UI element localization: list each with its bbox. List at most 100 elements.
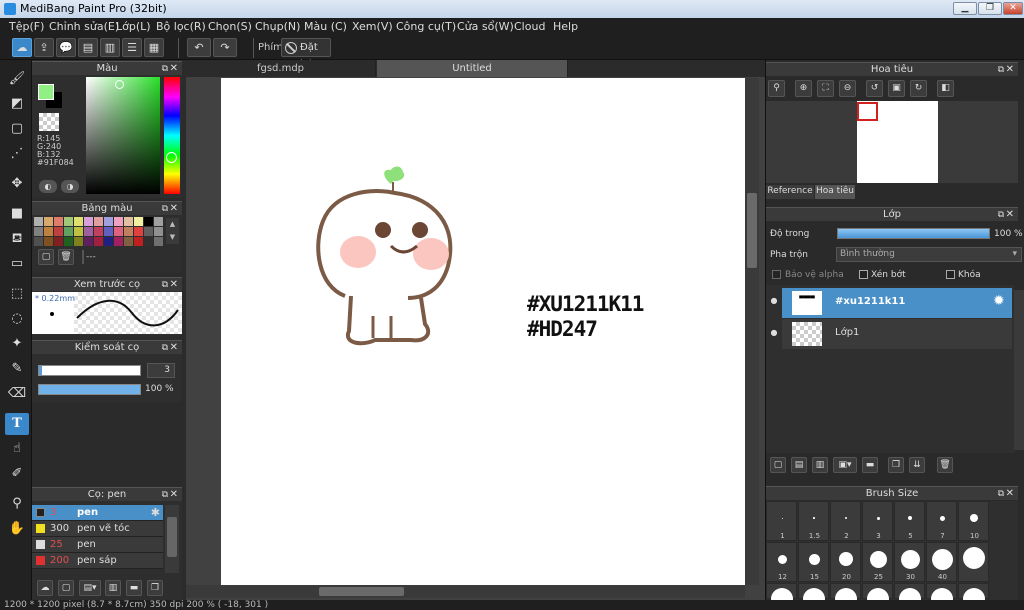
popout-icon[interactable]: ⧉ bbox=[998, 209, 1004, 222]
color-mode-icon[interactable]: ◐ bbox=[39, 180, 57, 193]
close-icon[interactable]: ✕ bbox=[170, 488, 178, 501]
share-icon[interactable]: ⇪ bbox=[34, 38, 54, 57]
palette-swatch[interactable] bbox=[94, 237, 103, 246]
rectangle-tool-icon[interactable]: ▢ bbox=[5, 118, 29, 140]
add-brush-icon[interactable]: ▤▾ bbox=[79, 580, 101, 596]
tab-fgsd[interactable]: fgsd.mdp bbox=[186, 60, 376, 77]
palette-swatch[interactable] bbox=[134, 217, 143, 226]
brush-settings-icon[interactable]: ▥ bbox=[105, 580, 121, 596]
brush-item[interactable]: 3 pen ✱ bbox=[32, 505, 163, 521]
palette-swatch[interactable] bbox=[94, 217, 103, 226]
popout-icon[interactable]: ⧉ bbox=[998, 488, 1004, 501]
new-brush-icon[interactable]: ▢ bbox=[58, 580, 74, 596]
brush-size-cell[interactable]: 1 bbox=[766, 501, 797, 541]
flip-icon[interactable]: ◧ bbox=[937, 80, 954, 97]
palette-swatch[interactable] bbox=[84, 227, 93, 236]
saturation-value-picker[interactable] bbox=[86, 77, 160, 194]
cloud-icon[interactable]: ☁ bbox=[12, 38, 32, 57]
material-icon[interactable]: ▤ bbox=[78, 38, 98, 57]
menu-file[interactable]: Tệp(F) bbox=[9, 20, 44, 33]
gradient-tool-icon[interactable]: ▭ bbox=[5, 253, 29, 275]
color-picker-icon[interactable]: ◑ bbox=[61, 180, 79, 193]
rotate-left-icon[interactable]: ↺ bbox=[866, 80, 883, 97]
close-button[interactable]: ✕ bbox=[1003, 2, 1023, 15]
palette-swatch[interactable] bbox=[134, 237, 143, 246]
zoom-icon[interactable]: ⚲ bbox=[768, 80, 785, 97]
brush-size-cell[interactable]: 10 bbox=[958, 501, 989, 541]
tab-reference[interactable]: Reference bbox=[766, 185, 814, 199]
transparent-swatch[interactable] bbox=[39, 113, 59, 131]
rotate-right-icon[interactable]: ↻ bbox=[910, 80, 927, 97]
palette-swatch[interactable] bbox=[74, 217, 83, 226]
brush-item[interactable]: 300 pen vẽ tóc bbox=[32, 521, 163, 537]
menu-edit[interactable]: Chỉnh sửa(E) bbox=[49, 20, 119, 33]
menu-capture[interactable]: Chụp(N) bbox=[255, 20, 300, 33]
lock-checkbox[interactable] bbox=[946, 270, 955, 279]
menu-color[interactable]: Màu (C) bbox=[304, 20, 347, 33]
palette-swatch[interactable] bbox=[124, 217, 133, 226]
layer-opacity-slider[interactable] bbox=[837, 228, 990, 239]
new-1bit-layer-icon[interactable]: ▥ bbox=[812, 457, 828, 473]
hue-slider[interactable] bbox=[164, 77, 180, 194]
palette-swatch[interactable] bbox=[54, 237, 63, 246]
folder-icon[interactable]: ▬ bbox=[862, 457, 878, 473]
lasso-tool-icon[interactable]: ◌ bbox=[5, 308, 29, 330]
brush-size-cell[interactable] bbox=[926, 583, 957, 610]
reset-button[interactable]: Đặt lại bbox=[281, 38, 331, 70]
brush-size-cell[interactable]: 12 bbox=[766, 542, 797, 582]
grid-icon[interactable]: ▦ bbox=[144, 38, 164, 57]
eraser-tool-icon[interactable]: ◩ bbox=[5, 93, 29, 115]
palette-swatch[interactable] bbox=[54, 217, 63, 226]
palette-swatch[interactable] bbox=[104, 227, 113, 236]
palette-swatch[interactable] bbox=[134, 227, 143, 236]
comment-icon[interactable]: 💬 bbox=[56, 38, 76, 57]
protect-alpha-checkbox[interactable] bbox=[772, 270, 781, 279]
menu-view[interactable]: Xem(V) bbox=[352, 20, 393, 33]
menu-layer[interactable]: Lớp(L) bbox=[116, 20, 151, 33]
close-icon[interactable]: ✕ bbox=[170, 278, 178, 291]
palette-swatch[interactable] bbox=[144, 217, 153, 226]
navigator-viewport[interactable] bbox=[857, 102, 878, 121]
gear-icon[interactable]: ✱ bbox=[151, 506, 160, 519]
new-halftone-layer-icon[interactable]: ▤ bbox=[791, 457, 807, 473]
zoom-out-icon[interactable]: ⊖ bbox=[839, 80, 856, 97]
palette-swatch[interactable] bbox=[144, 227, 153, 236]
popout-icon[interactable]: ⧉ bbox=[162, 203, 168, 216]
select-pen-tool-icon[interactable]: ✎ bbox=[5, 358, 29, 380]
blend-mode-select[interactable]: Bình thường ▾ bbox=[836, 247, 1022, 262]
palette-swatch[interactable] bbox=[114, 237, 123, 246]
layer-row[interactable]: Lớp1 bbox=[782, 319, 1012, 349]
blur-tool-icon[interactable]: ✐ bbox=[5, 463, 29, 485]
menu-help[interactable]: Help bbox=[553, 20, 578, 33]
vertical-scrollbar[interactable] bbox=[745, 78, 759, 585]
navigator-thumbnail[interactable] bbox=[857, 101, 938, 183]
hue-cursor[interactable] bbox=[166, 152, 177, 163]
palette-swatch[interactable] bbox=[124, 227, 133, 236]
brush-list-scrollbar[interactable] bbox=[165, 505, 179, 573]
menu-cloud[interactable]: Cloud bbox=[514, 20, 545, 33]
palette-swatch[interactable] bbox=[124, 237, 133, 246]
popout-icon[interactable]: ⧉ bbox=[162, 489, 168, 502]
reset-view-icon[interactable]: ▣ bbox=[888, 80, 905, 97]
dot-tool-icon[interactable]: ⋰ bbox=[5, 143, 29, 165]
brush-size-cell[interactable]: 25 bbox=[862, 542, 893, 582]
list-icon[interactable]: ☰ bbox=[122, 38, 142, 57]
palette-swatch[interactable] bbox=[94, 227, 103, 236]
brush-size-cell[interactable]: 5 bbox=[894, 501, 925, 541]
menu-tools[interactable]: Công cụ(T) bbox=[396, 20, 456, 33]
palette-swatch[interactable] bbox=[154, 217, 163, 226]
menu-filter[interactable]: Bộ lọc(R) bbox=[156, 20, 206, 33]
popout-icon[interactable]: ⧉ bbox=[162, 63, 168, 76]
palette-swatch[interactable] bbox=[54, 227, 63, 236]
brush-size-cell[interactable]: 30 bbox=[894, 542, 925, 582]
page-icon[interactable]: ▥ bbox=[100, 38, 120, 57]
brush-size-cell[interactable] bbox=[862, 583, 893, 610]
opacity-slider[interactable] bbox=[38, 384, 141, 395]
magic-wand-tool-icon[interactable]: ✦ bbox=[5, 333, 29, 355]
size-value[interactable]: 3 bbox=[147, 363, 175, 378]
palette-swatch[interactable] bbox=[64, 237, 73, 246]
duplicate-icon[interactable]: ❐ bbox=[147, 580, 163, 596]
brush-size-cell[interactable]: 1.5 bbox=[798, 501, 829, 541]
size-slider[interactable] bbox=[38, 365, 141, 376]
zoom-in-icon[interactable]: ⊕ bbox=[795, 80, 812, 97]
